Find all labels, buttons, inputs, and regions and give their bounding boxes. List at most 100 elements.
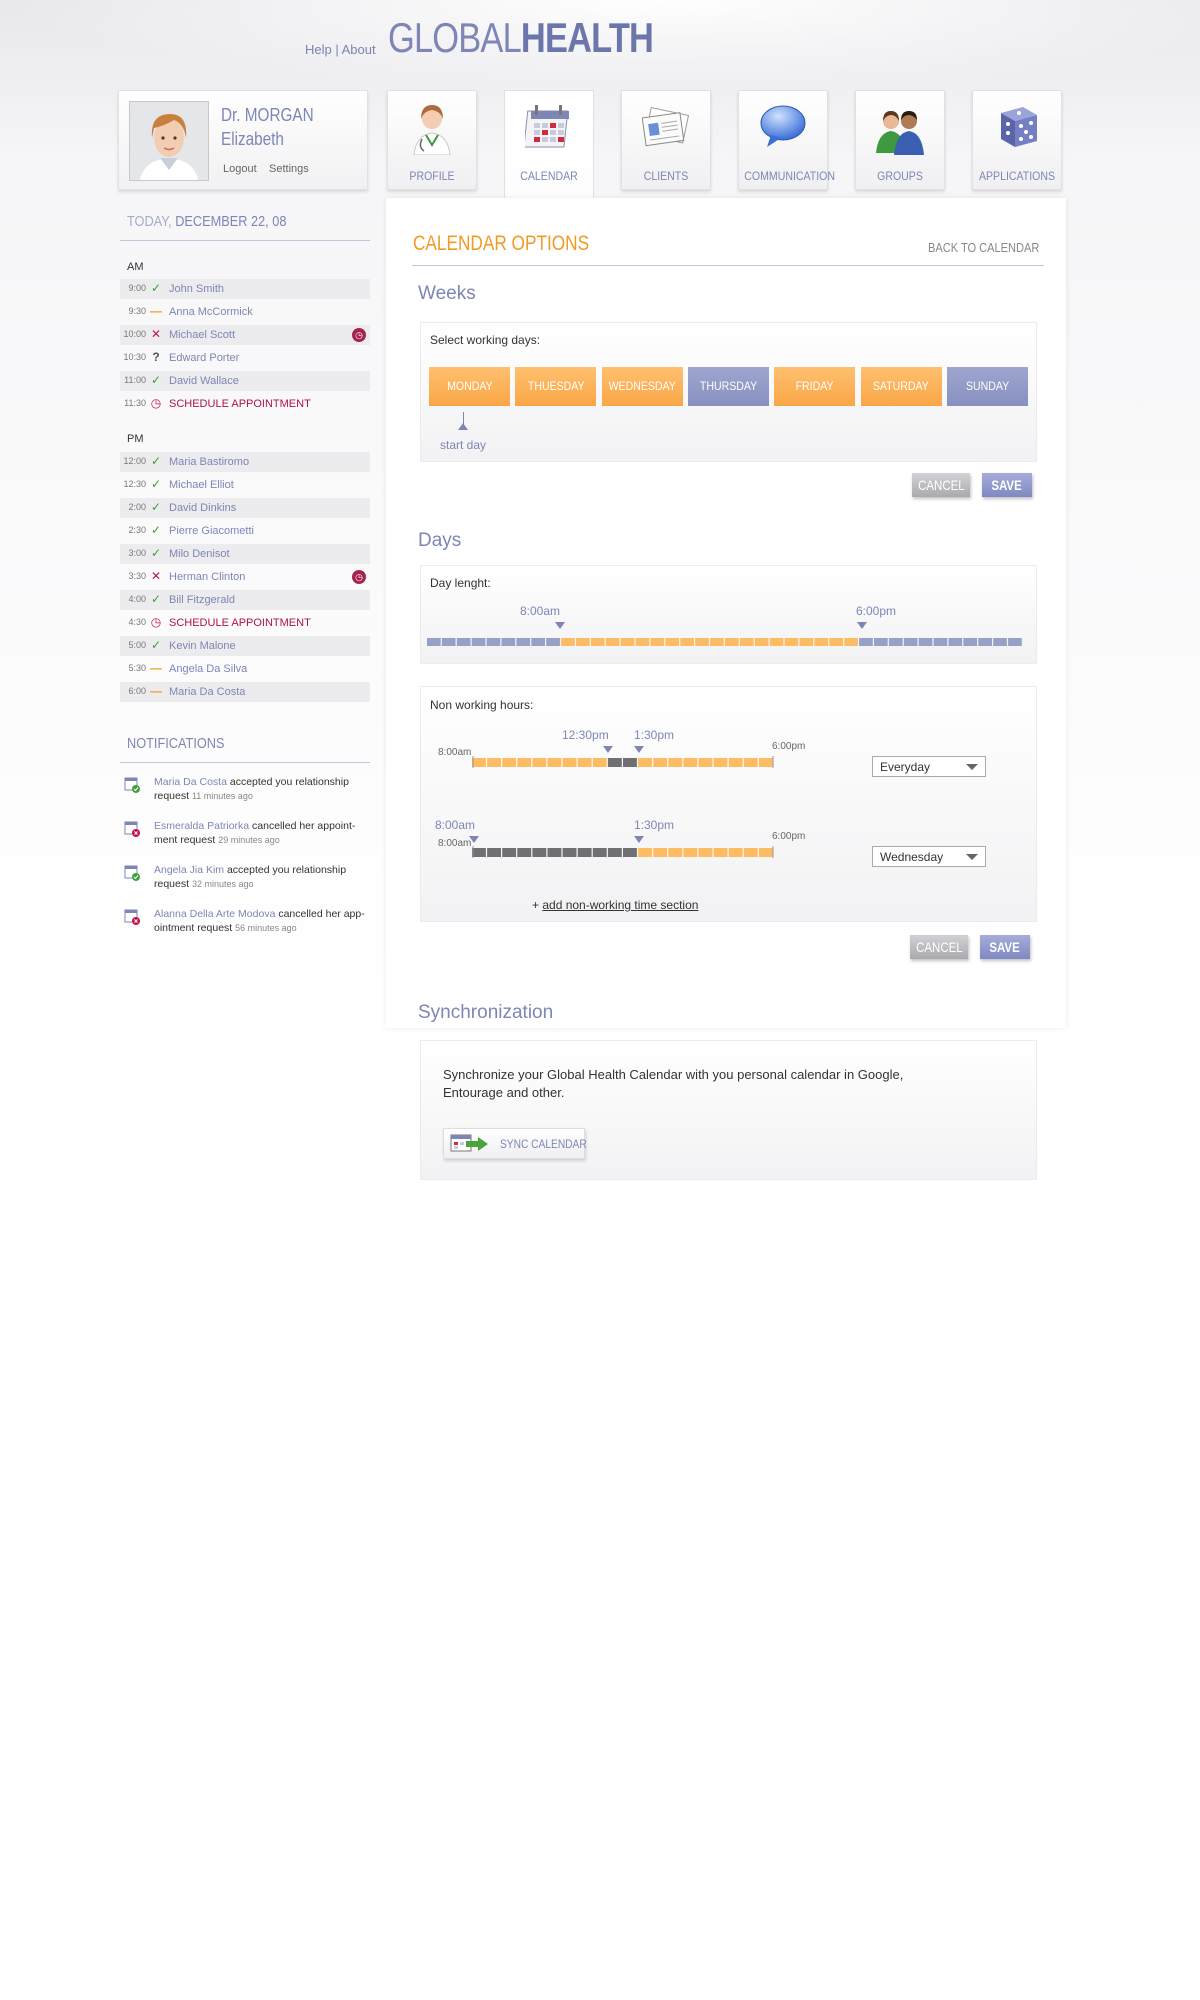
row2-start-handle[interactable] <box>469 836 479 843</box>
day-toggle-thuesday[interactable]: THUESDAY <box>515 367 597 406</box>
time-segment[interactable] <box>963 638 978 646</box>
time-segment[interactable] <box>758 758 773 767</box>
time-segment[interactable] <box>743 758 758 767</box>
time-segment[interactable] <box>769 638 784 646</box>
time-segment[interactable] <box>531 638 545 646</box>
help-link[interactable]: Help <box>305 42 332 57</box>
appointment-row[interactable]: 2:00 ✓ David Dinkins <box>120 498 370 518</box>
tab-profile[interactable]: PROFILE <box>387 90 477 190</box>
time-segment[interactable] <box>918 638 933 646</box>
time-segment[interactable] <box>874 638 888 646</box>
time-segment[interactable] <box>754 638 769 646</box>
appointment-row[interactable]: 5:00 ✓ Kevin Malone <box>120 636 370 656</box>
patient-name[interactable]: Maria Bastiromo <box>169 456 249 468</box>
patient-name[interactable]: Pierre Giacometti <box>169 525 254 537</box>
time-segment[interactable] <box>859 638 873 646</box>
start-day-marker[interactable] <box>458 423 468 430</box>
patient-name[interactable]: John Smith <box>169 283 224 295</box>
time-segment[interactable] <box>502 848 517 857</box>
appointment-row[interactable]: 2:30 ✓ Pierre Giacometti <box>120 521 370 541</box>
time-segment[interactable] <box>561 638 575 646</box>
appointment-row[interactable]: 10:30? Edward Porter <box>120 348 370 368</box>
appointment-row[interactable]: 12:00 ✓ Maria Bastiromo <box>120 452 370 472</box>
schedule-appointment-link[interactable]: SCHEDULE APPOINTMENT <box>169 617 311 629</box>
appointment-row[interactable]: 9:00 ✓ John Smith <box>120 279 370 299</box>
about-link[interactable]: About <box>342 42 376 57</box>
alarm-clock-icon[interactable]: ◷ <box>352 328 366 342</box>
time-segment[interactable] <box>728 758 743 767</box>
appointment-row[interactable]: 3:30 ✕ Herman Clinton ◷ <box>120 567 370 587</box>
time-segment[interactable] <box>607 758 622 767</box>
time-segment[interactable] <box>710 638 724 646</box>
day-toggle-monday[interactable]: MONDAY <box>429 367 510 406</box>
time-segment[interactable] <box>978 638 992 646</box>
row1-hours-bar[interactable] <box>472 756 774 778</box>
time-segment[interactable] <box>576 638 590 646</box>
day-length-slider[interactable] <box>427 636 1023 650</box>
time-segment[interactable] <box>502 758 517 767</box>
tab-groups[interactable]: GROUPS <box>855 90 945 190</box>
time-segment[interactable] <box>668 848 683 857</box>
patient-name[interactable]: Angela Da Silva <box>169 663 247 675</box>
appointment-row[interactable]: 12:30 ✓ Michael Elliot <box>120 475 370 495</box>
weeks-save-button[interactable]: SAVE <box>982 473 1032 497</box>
appointment-row[interactable]: 11:00 ✓ David Wallace <box>120 371 370 391</box>
time-segment[interactable] <box>650 638 665 646</box>
add-non-working-section-link[interactable]: + add non-working time section <box>532 898 698 912</box>
appointment-row[interactable]: 11:30 ◷ SCHEDULE APPOINTMENT <box>120 394 370 414</box>
patient-name[interactable]: David Dinkins <box>169 502 236 514</box>
time-segment[interactable] <box>665 638 680 646</box>
patient-name[interactable]: Michael Elliot <box>169 479 234 491</box>
appointment-row[interactable]: 9:30 — Anna McCormick <box>120 302 370 322</box>
time-segment[interactable] <box>713 758 728 767</box>
time-segment[interactable] <box>623 848 637 857</box>
row1-day-select[interactable]: Everyday <box>872 756 986 777</box>
appointment-row[interactable]: 4:30 ◷ SCHEDULE APPOINTMENT <box>120 613 370 633</box>
time-segment[interactable] <box>516 638 531 646</box>
break-end-handle[interactable] <box>634 746 644 753</box>
time-segment[interactable] <box>590 638 605 646</box>
days-cancel-button[interactable]: CANCEL <box>910 935 968 959</box>
tab-communication[interactable]: COMMUNICATION <box>738 90 835 190</box>
days-save-button[interactable]: SAVE <box>980 935 1030 959</box>
patient-name[interactable]: Bill Fitzgerald <box>169 594 235 606</box>
time-segment[interactable] <box>758 848 773 857</box>
time-segment[interactable] <box>888 638 903 646</box>
patient-name[interactable]: Michael Scott <box>169 329 235 341</box>
day-toggle-saturday[interactable]: SATURDAY <box>860 367 942 406</box>
time-segment[interactable] <box>517 848 532 857</box>
day-toggle-thursday[interactable]: THURSDAY <box>687 367 769 406</box>
appointment-row[interactable]: 10:00 ✕ Michael Scott ◷ <box>120 325 370 345</box>
row2-end-handle[interactable] <box>634 836 644 843</box>
time-segment[interactable] <box>728 848 743 857</box>
tab-clients[interactable]: CLIENTS <box>621 90 711 190</box>
notification-person[interactable]: Esmeralda Patriorka <box>154 820 249 832</box>
time-segment[interactable] <box>577 848 592 857</box>
time-segment[interactable] <box>903 638 918 646</box>
time-segment[interactable] <box>592 758 607 767</box>
patient-name[interactable]: Herman Clinton <box>169 571 245 583</box>
time-segment[interactable] <box>635 638 650 646</box>
time-segment[interactable] <box>680 638 694 646</box>
appointment-row[interactable]: 4:00 ✓ Bill Fitzgerald <box>120 590 370 610</box>
time-segment[interactable] <box>472 848 486 857</box>
time-segment[interactable] <box>592 848 607 857</box>
time-segment[interactable] <box>799 638 814 646</box>
appointment-row[interactable]: 3:00 ✓ Milo Denisot <box>120 544 370 564</box>
time-segment[interactable] <box>562 758 577 767</box>
time-segment[interactable] <box>487 848 501 857</box>
time-segment[interactable] <box>501 638 516 646</box>
time-segment[interactable] <box>739 638 754 646</box>
day-end-handle[interactable] <box>857 622 867 629</box>
time-segment[interactable] <box>829 638 843 646</box>
day-start-handle[interactable] <box>555 622 565 629</box>
row2-day-select[interactable]: Wednesday <box>872 846 986 867</box>
time-segment[interactable] <box>562 848 577 857</box>
time-segment[interactable] <box>547 758 562 767</box>
patient-name[interactable]: Anna McCormick <box>169 306 253 318</box>
time-segment[interactable] <box>743 848 758 857</box>
weeks-cancel-button[interactable]: CANCEL <box>912 473 970 497</box>
time-segment[interactable] <box>547 848 562 857</box>
time-segment[interactable] <box>814 638 829 646</box>
time-segment[interactable] <box>683 758 698 767</box>
